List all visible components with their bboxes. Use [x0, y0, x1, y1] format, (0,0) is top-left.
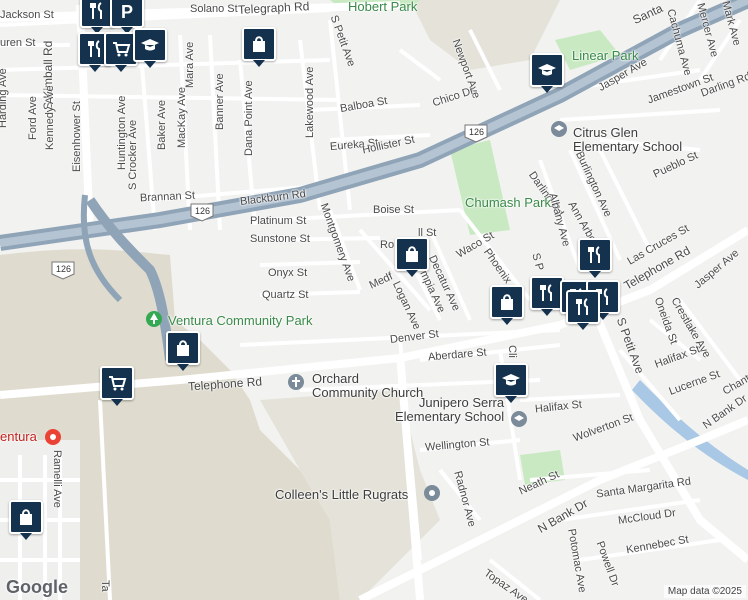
map-attribution[interactable]: Map data ©2025 — [663, 585, 746, 598]
street-mara: Mara Ave — [184, 41, 196, 88]
grocery-marker-icon-2[interactable] — [100, 366, 134, 406]
svg-text:P: P — [121, 2, 133, 21]
school-pin-icon-2[interactable] — [510, 410, 528, 428]
street-jackson: Jackson St — [0, 9, 54, 21]
street-baker: Baker Ave — [156, 100, 168, 150]
park-pin-icon[interactable] — [145, 310, 163, 328]
street-ford: Ford Ave — [27, 96, 39, 140]
shopping-marker-icon-5[interactable] — [9, 500, 43, 540]
street-tal: Ta — [99, 580, 111, 592]
restaurant-marker-icon-3[interactable] — [578, 238, 612, 278]
street-lakewood: Lakewood Ave — [304, 66, 316, 138]
map-base — [0, 0, 748, 600]
shopping-marker-icon[interactable] — [242, 27, 276, 67]
street-roswell: Ro — [380, 239, 395, 251]
parking-marker-icon[interactable]: P — [110, 0, 144, 34]
place-linear-park[interactable]: Linear Park — [572, 49, 638, 62]
street-platinum: Platinum St — [250, 215, 307, 227]
park-chumash — [450, 140, 510, 235]
daycare-pin-icon[interactable] — [423, 484, 441, 502]
street-buren: uren St — [0, 37, 36, 49]
street-solano: Solano St — [190, 3, 238, 15]
google-logo: Google — [6, 577, 68, 597]
street-eisenhower: Eisenhower St — [71, 101, 83, 172]
street-dana: Dana Point Ave — [243, 80, 255, 156]
street-sunstone: Sunstone St — [250, 233, 310, 245]
place-chumash-park[interactable]: Chumash Park — [465, 196, 551, 209]
church-pin-icon[interactable] — [287, 373, 305, 391]
place-ventura-community-park[interactable]: Ventura Community Park — [168, 314, 313, 327]
street-telegraph: Telegraph Rd — [237, 0, 310, 17]
school-pin-icon[interactable] — [550, 120, 568, 138]
street-ramelli: Ramelli Ave — [51, 450, 63, 508]
street-boise: Boise St — [373, 204, 414, 216]
street-banner: Banner Ave — [214, 73, 226, 130]
location-pin-icon[interactable] — [44, 428, 62, 446]
shopping-marker-icon-2[interactable] — [395, 237, 429, 277]
street-crocker: S Crocker Ave — [127, 119, 139, 190]
restaurant-marker-icon-4[interactable] — [530, 276, 564, 316]
shopping-marker-icon-3[interactable] — [490, 285, 524, 325]
place-colleens[interactable]: Colleen's Little Rugrats — [275, 488, 408, 501]
shopping-marker-icon-4[interactable] — [166, 331, 200, 371]
street-mackay: MacKay Ave — [176, 87, 188, 148]
route-126-label-center: 126 — [195, 206, 211, 216]
place-ventura[interactable]: entura — [0, 430, 37, 443]
street-kennedy: Kennedy Ave — [44, 85, 56, 150]
route-126-label-west: 126 — [56, 264, 72, 274]
street-onyx: Onyx St — [268, 267, 308, 279]
street-harding: Harding Ave — [0, 68, 9, 128]
school-marker-icon-2[interactable] — [530, 53, 564, 93]
street-quartz: Quartz St — [262, 289, 309, 301]
map-canvas[interactable]: 126 126 126 Solano St Telegraph Rd Jacks… — [0, 0, 748, 600]
restaurant-marker-icon-7[interactable] — [566, 290, 600, 330]
restaurant-marker-icon[interactable] — [80, 0, 114, 34]
place-citrus-glen[interactable]: Citrus Glen Elementary School — [573, 125, 682, 155]
school-marker-icon[interactable] — [133, 28, 167, 68]
place-hobert-park[interactable]: Hobert Park — [348, 0, 417, 13]
street-cli: Cli — [506, 345, 518, 358]
school-marker-icon-3[interactable] — [494, 363, 528, 403]
place-junipero-serra[interactable]: Junipero Serra Elementary School — [395, 395, 504, 425]
route-126-label-east: 126 — [469, 127, 485, 137]
